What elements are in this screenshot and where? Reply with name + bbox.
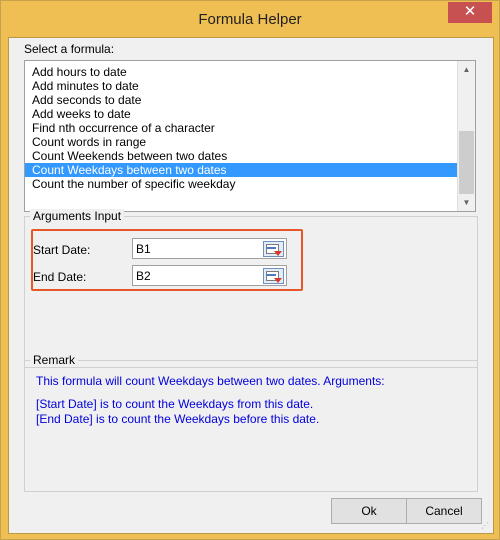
formula-item-selected[interactable]: Count Weekdays between two dates <box>25 163 458 177</box>
formula-list-items: Add hours to date Add minutes to date Ad… <box>25 65 458 191</box>
range-picker-icon[interactable] <box>263 268 284 284</box>
formula-item[interactable]: Add minutes to date <box>25 79 458 93</box>
select-formula-label: Select a formula: <box>24 42 115 56</box>
formula-listbox[interactable]: Add hours to date Add minutes to date Ad… <box>24 60 476 212</box>
formula-item[interactable]: Add hours to date <box>25 65 458 79</box>
end-date-label: End Date: <box>33 270 87 284</box>
formula-item[interactable]: Count Weekends between two dates <box>25 149 458 163</box>
end-date-value: B2 <box>136 269 151 283</box>
range-picker-icon[interactable] <box>263 241 284 257</box>
ok-button[interactable]: Ok <box>331 498 407 524</box>
end-date-field[interactable]: B2 <box>132 265 287 286</box>
remark-group: Remark This formula will count Weekdays … <box>24 353 478 492</box>
start-date-value: B1 <box>136 242 151 256</box>
formula-item[interactable]: Count the number of specific weekday <box>25 177 458 191</box>
dialog-body: Select a formula: Add hours to date Add … <box>8 37 494 534</box>
close-icon: ✕ <box>463 3 477 20</box>
dialog-window: Formula Helper ✕ Select a formula: Add h… <box>0 0 500 540</box>
scroll-thumb[interactable] <box>459 131 474 194</box>
start-date-field[interactable]: B1 <box>132 238 287 259</box>
remark-line: This formula will count Weekdays between… <box>36 374 385 388</box>
arguments-input-group: Arguments Input Start Date: B1 End Date:… <box>24 209 478 368</box>
remark-line: [Start Date] is to count the Weekdays fr… <box>36 397 314 411</box>
remark-caption: Remark <box>30 353 79 367</box>
resize-grip-icon[interactable]: ⋰ <box>481 521 491 531</box>
arguments-input-caption: Arguments Input <box>30 209 125 223</box>
window-title: Formula Helper <box>198 11 302 28</box>
formula-item[interactable]: Add weeks to date <box>25 107 458 121</box>
start-date-label: Start Date: <box>33 243 91 257</box>
formula-item[interactable]: Add seconds to date <box>25 93 458 107</box>
cancel-button[interactable]: Cancel <box>406 498 482 524</box>
scroll-up-icon[interactable]: ▲ <box>458 61 475 78</box>
remark-line: [End Date] is to count the Weekdays befo… <box>36 412 320 426</box>
close-button[interactable]: ✕ <box>448 2 492 23</box>
formula-item[interactable]: Find nth occurrence of a character <box>25 121 458 135</box>
scroll-down-icon[interactable]: ▼ <box>458 194 475 211</box>
title-bar[interactable]: Formula Helper ✕ <box>1 1 499 37</box>
formula-item[interactable]: Count words in range <box>25 135 458 149</box>
list-scrollbar[interactable]: ▲ ▼ <box>457 61 475 211</box>
remark-text: This formula will count Weekdays between… <box>36 374 466 427</box>
